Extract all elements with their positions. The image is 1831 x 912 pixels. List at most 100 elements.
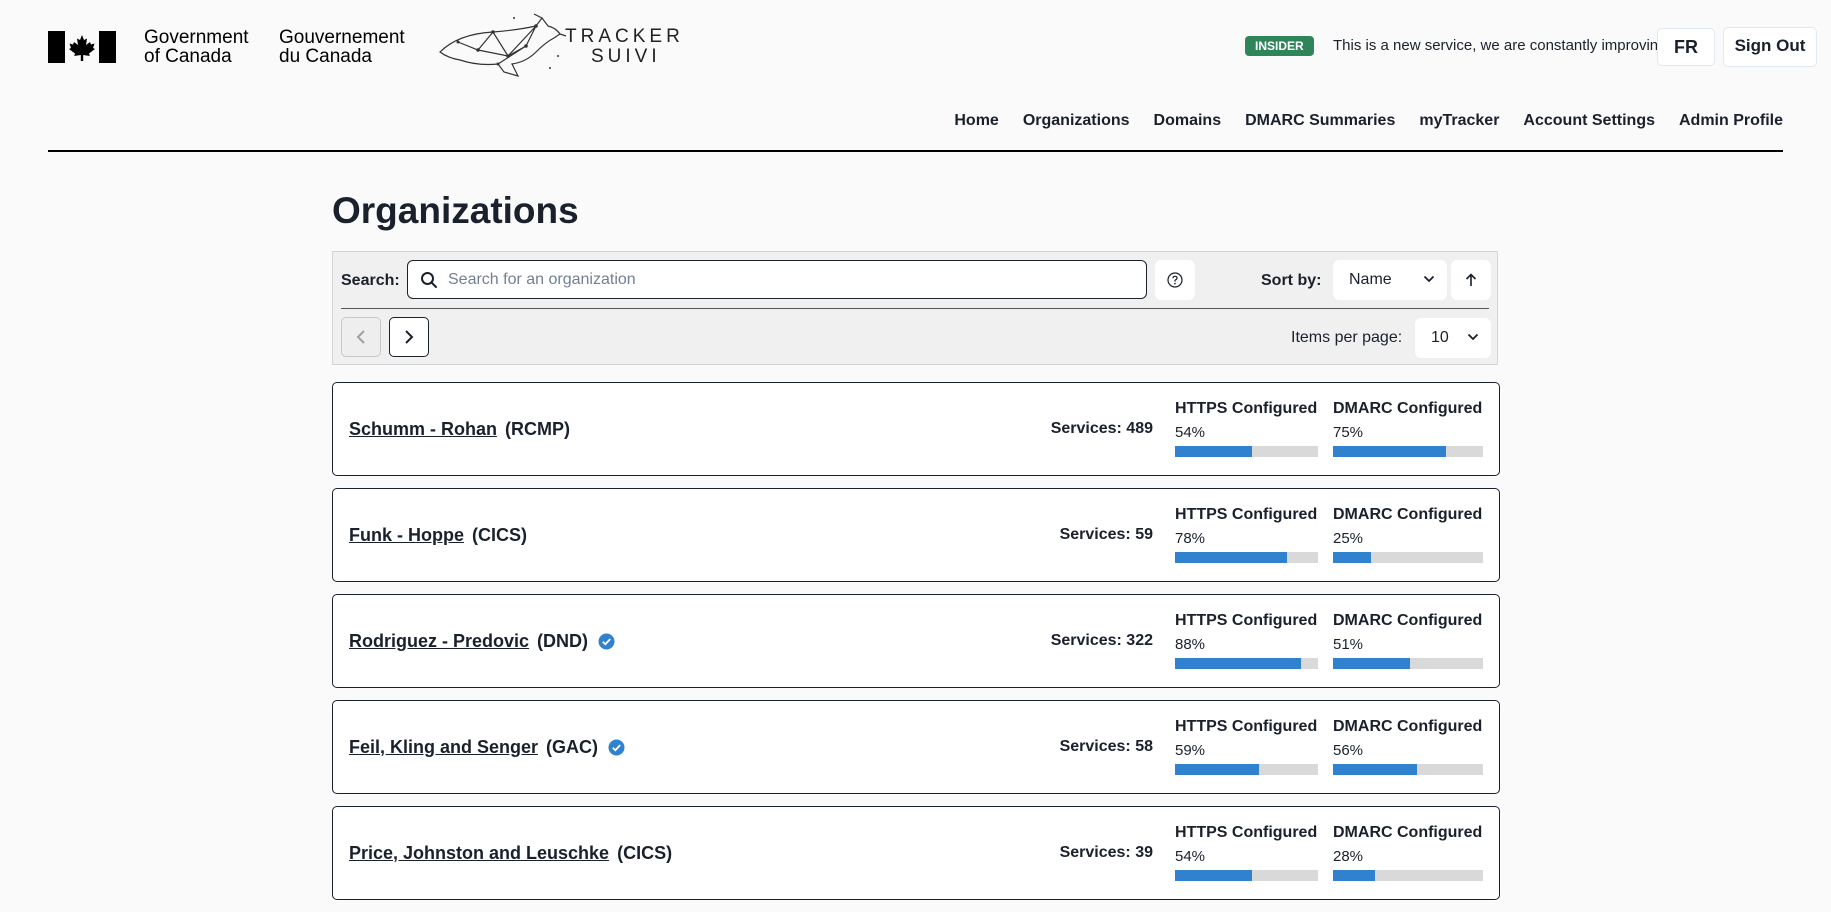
organization-card[interactable]: Price, Johnston and Leuschke (CICS) Serv… <box>332 806 1500 900</box>
search-label: Search: <box>341 272 400 289</box>
org-name-link[interactable]: Funk - Hoppe <box>349 525 464 546</box>
https-metric: HTTPS Configured 59% <box>1175 718 1318 775</box>
https-progress-bar <box>1175 658 1318 669</box>
arrow-up-icon <box>1465 273 1477 286</box>
services-prefix: Services: <box>1050 420 1127 437</box>
chevron-down-icon <box>1423 275 1435 283</box>
search-help-button[interactable] <box>1155 260 1195 300</box>
org-name-link[interactable]: Rodriguez - Predovic <box>349 631 529 652</box>
org-acronym: (CICS) <box>617 843 673 863</box>
organization-card[interactable]: Funk - Hoppe (CICS) Services: 59 HTTPS C… <box>332 488 1500 582</box>
services-prefix: Services: <box>1059 844 1136 861</box>
org-services-count: Services: 489 <box>1051 420 1153 438</box>
verified-check-icon <box>598 633 615 650</box>
services-prefix: Services: <box>1059 526 1136 543</box>
chevron-down-icon <box>1467 333 1479 341</box>
https-percent: 54% <box>1175 424 1206 441</box>
nav-admin-profile[interactable]: Admin Profile <box>1679 112 1783 130</box>
dmarc-progress-fill <box>1333 552 1371 563</box>
org-services-count: Services: 322 <box>1051 632 1153 650</box>
organization-card[interactable]: Schumm - Rohan (RCMP) Services: 489 HTTP… <box>332 382 1500 476</box>
dmarc-percent: 28% <box>1333 848 1364 865</box>
dmarc-progress-bar <box>1333 870 1483 881</box>
services-value: 489 <box>1126 420 1153 437</box>
nav-mytracker[interactable]: myTracker <box>1419 112 1499 130</box>
dmarc-progress-bar <box>1333 658 1483 669</box>
main-nav: Home Organizations Domains DMARC Summari… <box>48 100 1783 152</box>
https-percent: 88% <box>1175 636 1206 653</box>
sign-out-button[interactable]: Sign Out <box>1723 27 1817 67</box>
org-name-link[interactable]: Price, Johnston and Leuschke <box>349 843 609 864</box>
organization-card[interactable]: Rodriguez - Predovic (DND) Services: 322… <box>332 594 1500 688</box>
dmarc-percent: 75% <box>1333 424 1364 441</box>
insider-notice: This is a new service, we are constantly… <box>1333 37 1671 54</box>
search-icon <box>421 272 437 288</box>
https-metric: HTTPS Configured 54% <box>1175 400 1318 457</box>
nav-home[interactable]: Home <box>954 112 998 130</box>
dmarc-progress-bar <box>1333 552 1483 563</box>
org-services-count: Services: 59 <box>1060 526 1153 544</box>
org-name-link[interactable]: Schumm - Rohan <box>349 419 497 440</box>
dmarc-percent: 56% <box>1333 742 1364 759</box>
verified-check-icon <box>608 739 625 756</box>
org-title: Schumm - Rohan (RCMP) <box>349 419 570 440</box>
dmarc-progress-bar <box>1333 446 1483 457</box>
question-circle-icon <box>1167 272 1183 288</box>
items-per-page-label: Items per page: <box>1291 329 1403 346</box>
dmarc-percent: 25% <box>1333 530 1364 547</box>
org-services-count: Services: 39 <box>1060 844 1153 862</box>
sort-by-select[interactable]: Name <box>1333 260 1447 300</box>
dmarc-progress-fill <box>1333 658 1410 669</box>
nav-organizations[interactable]: Organizations <box>1023 112 1130 130</box>
org-title: Rodriguez - Predovic (DND) <box>349 631 615 652</box>
search-input[interactable] <box>448 261 1128 298</box>
items-per-page-select[interactable]: 10 <box>1415 318 1491 358</box>
dmarc-label: DMARC Configured <box>1333 824 1483 841</box>
services-value: 59 <box>1135 526 1153 543</box>
nav-account-settings[interactable]: Account Settings <box>1523 112 1655 130</box>
chevron-left-icon <box>356 330 365 344</box>
org-title: Feil, Kling and Senger (GAC) <box>349 737 625 758</box>
previous-page-button[interactable] <box>341 317 381 357</box>
dmarc-metric: DMARC Configured 28% <box>1333 824 1483 881</box>
dmarc-progress-bar <box>1333 764 1483 775</box>
items-per-page-value: 10 <box>1431 329 1449 346</box>
services-value: 58 <box>1135 738 1153 755</box>
dmarc-label: DMARC Configured <box>1333 506 1483 523</box>
org-acronym: (RCMP) <box>505 419 571 439</box>
dmarc-label: DMARC Configured <box>1333 612 1483 629</box>
https-progress-bar <box>1175 870 1318 881</box>
org-services-count: Services: 58 <box>1060 738 1153 756</box>
goc-wordmark-en: Government of Canada <box>144 27 249 67</box>
services-prefix: Services: <box>1050 632 1127 649</box>
https-metric: HTTPS Configured 78% <box>1175 506 1318 563</box>
https-progress-fill <box>1175 552 1287 563</box>
dmarc-progress-fill <box>1333 870 1375 881</box>
nav-dmarc-summaries[interactable]: DMARC Summaries <box>1245 112 1395 130</box>
search-box[interactable] <box>407 260 1147 299</box>
insider-badge: INSIDER <box>1245 36 1314 56</box>
dmarc-progress-fill <box>1333 446 1446 457</box>
canada-flag-icon <box>48 31 116 63</box>
next-page-button[interactable] <box>389 317 429 357</box>
language-toggle-button[interactable]: FR <box>1657 28 1715 66</box>
https-progress-bar <box>1175 552 1318 563</box>
sort-direction-button[interactable] <box>1451 260 1491 300</box>
https-metric: HTTPS Configured 54% <box>1175 824 1318 881</box>
https-progress-fill <box>1175 764 1260 775</box>
org-acronym: (CICS) <box>472 525 527 545</box>
organization-card[interactable]: Feil, Kling and Senger (GAC) Services: 5… <box>332 700 1500 794</box>
https-progress-bar <box>1175 446 1318 457</box>
https-label: HTTPS Configured <box>1175 506 1318 523</box>
search-panel: Search: Sort by: Name Ite <box>332 251 1498 365</box>
org-name-link[interactable]: Feil, Kling and Senger <box>349 737 538 758</box>
org-title: Price, Johnston and Leuschke (CICS) <box>349 843 672 864</box>
dmarc-metric: DMARC Configured 51% <box>1333 612 1483 669</box>
goc-wordmark-fr: Gouvernement du Canada <box>279 27 405 67</box>
nav-domains[interactable]: Domains <box>1154 112 1222 130</box>
https-metric: HTTPS Configured 88% <box>1175 612 1318 669</box>
tracker-wordmark: TRACKER SUIVI <box>565 26 684 67</box>
dmarc-metric: DMARC Configured 75% <box>1333 400 1483 457</box>
https-label: HTTPS Configured <box>1175 718 1318 735</box>
sort-label: Sort by: <box>1261 272 1322 289</box>
